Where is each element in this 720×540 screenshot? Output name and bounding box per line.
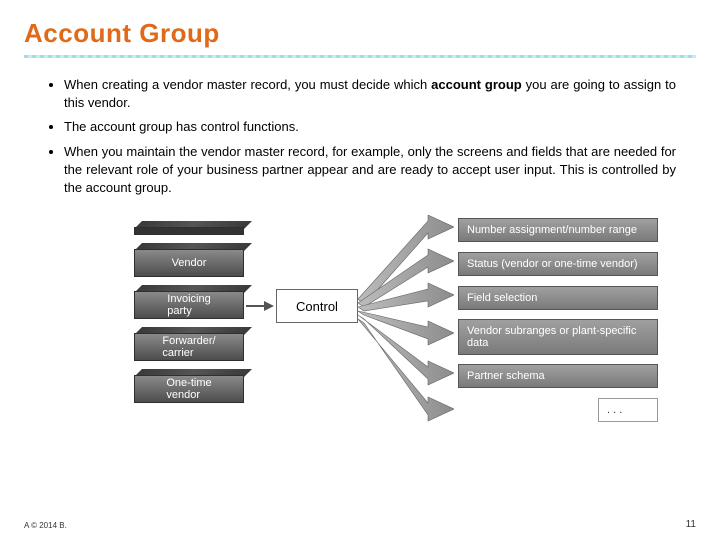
fan-item-status: Status (vendor or one-time vendor) [358, 249, 658, 279]
stack-label: One-time vendor [134, 375, 244, 403]
fan-label: Field selection [458, 286, 658, 310]
fan-label: Number assignment/number range [458, 218, 658, 242]
footer-copyright: A © 2014 B. [24, 521, 67, 530]
bullet-1-emph: account group [431, 77, 522, 92]
stack-item-forwarder: Forwarder/ carrier [134, 327, 244, 363]
slide: Account Group When creating a vendor mas… [0, 0, 720, 540]
stack-cap [134, 221, 244, 237]
bullet-1-pre: When creating a vendor master record, yo… [64, 77, 431, 92]
role-stack: Vendor Invoicing party Forwarder/ carrie… [134, 221, 244, 411]
bullet-list: When creating a vendor master record, yo… [24, 76, 696, 197]
fan-item-more: . . . [358, 395, 658, 425]
stack-label: Vendor [134, 249, 244, 277]
fan-item-number: Number assignment/number range [358, 215, 658, 245]
stack-item-onetime: One-time vendor [134, 369, 244, 405]
stack-item-vendor: Vendor [134, 243, 244, 279]
fan-item-partner: Partner schema [358, 361, 658, 391]
bullet-item-3: When you maintain the vendor master reco… [64, 143, 676, 198]
page-title: Account Group [24, 18, 696, 49]
stack-item-invoicing: Invoicing party [134, 285, 244, 321]
fan-item-fieldsel: Field selection [358, 283, 658, 313]
stack-label: Invoicing party [134, 291, 244, 319]
fan-label: Partner schema [458, 364, 658, 388]
title-divider [24, 55, 696, 58]
fan-label: Vendor subranges or plant-specific data [458, 319, 658, 355]
page-number: 11 [686, 519, 696, 530]
fan-label: . . . [598, 398, 658, 422]
bullet-item-2: The account group has control functions. [64, 118, 676, 136]
diagram: Vendor Invoicing party Forwarder/ carrie… [134, 215, 654, 435]
fan-list: Number assignment/number range Status (v… [358, 215, 658, 429]
fan-label: Status (vendor or one-time vendor) [458, 252, 658, 276]
control-box: Control [276, 289, 358, 323]
bullet-item-1: When creating a vendor master record, yo… [64, 76, 676, 112]
stack-label: Forwarder/ carrier [134, 333, 244, 361]
arrow-stack-to-control [246, 301, 276, 311]
fan-item-subrange: Vendor subranges or plant-specific data [358, 317, 658, 357]
